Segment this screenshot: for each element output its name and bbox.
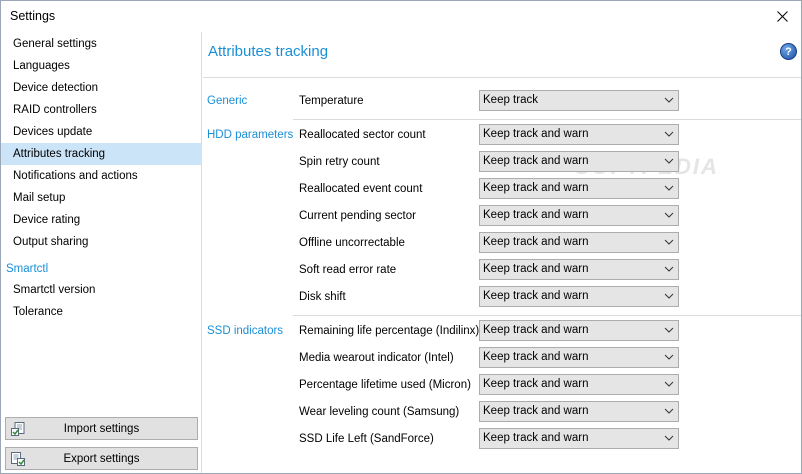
chevron-down-icon <box>664 381 674 387</box>
row-label-disk-shift: Disk shift <box>299 291 346 303</box>
sidebar-section-smartctl: Smartctl <box>6 263 49 275</box>
sidebar-item-tolerance[interactable]: Tolerance <box>1 301 202 323</box>
chevron-down-icon <box>664 158 674 164</box>
chevron-down-icon <box>664 327 674 333</box>
row-label-spin-retry-count: Spin retry count <box>299 156 380 168</box>
title-divider <box>203 77 801 78</box>
title-bar: Settings <box>1 1 801 32</box>
row-label-reallocated-event-count: Reallocated event count <box>299 183 423 195</box>
section-divider <box>293 315 801 316</box>
help-icon: ? <box>785 45 792 58</box>
combo-value: Keep track and warn <box>483 324 589 336</box>
chevron-down-icon <box>664 239 674 245</box>
close-button[interactable] <box>763 1 801 32</box>
group-label-hdd-parameters: HDD parameters <box>207 129 294 141</box>
close-icon <box>776 11 788 22</box>
combo-ssd-life-left[interactable]: Keep track and warn <box>479 428 679 449</box>
chevron-down-icon <box>664 435 674 441</box>
sidebar-item-mail-setup[interactable]: Mail setup <box>1 187 202 209</box>
combo-value: Keep track and warn <box>483 155 589 167</box>
combo-soft-read-error-rate[interactable]: Keep track and warn <box>479 259 679 280</box>
combo-wear-leveling-count[interactable]: Keep track and warn <box>479 401 679 422</box>
sidebar-item-device-rating[interactable]: Device rating <box>1 209 202 231</box>
chevron-down-icon <box>664 212 674 218</box>
sidebar-item-devices-update[interactable]: Devices update <box>1 121 202 143</box>
combo-reallocated-event-count[interactable]: Keep track and warn <box>479 178 679 199</box>
row-label-current-pending-sector: Current pending sector <box>299 210 416 222</box>
page-title: Attributes tracking <box>208 43 329 60</box>
sidebar-item-general-settings[interactable]: General settings <box>1 33 202 55</box>
import-icon <box>11 422 25 436</box>
chevron-down-icon <box>664 97 674 103</box>
combo-disk-shift[interactable]: Keep track and warn <box>479 286 679 307</box>
combo-value: Keep track and warn <box>483 405 589 417</box>
combo-remaining-life-percentage[interactable]: Keep track and warn <box>479 320 679 341</box>
combo-media-wearout-indicator[interactable]: Keep track and warn <box>479 347 679 368</box>
row-label-soft-read-error-rate: Soft read error rate <box>299 264 397 276</box>
combo-value: Keep track and warn <box>483 263 589 275</box>
row-label-reallocated-sector-count: Reallocated sector count <box>299 129 426 141</box>
chevron-down-icon <box>664 131 674 137</box>
combo-value: Keep track and warn <box>483 182 589 194</box>
import-settings-button[interactable]: Import settings <box>5 417 198 440</box>
export-icon <box>11 452 25 466</box>
combo-value: Keep track and warn <box>483 128 589 140</box>
row-label-temperature: Temperature <box>299 95 364 107</box>
section-divider <box>293 119 801 120</box>
row-label-percentage-lifetime-used: Percentage lifetime used (Micron) <box>299 379 471 391</box>
combo-offline-uncorrectable[interactable]: Keep track and warn <box>479 232 679 253</box>
combo-value: Keep track and warn <box>483 290 589 302</box>
sidebar-item-output-sharing[interactable]: Output sharing <box>1 231 202 253</box>
row-label-offline-uncorrectable: Offline uncorrectable <box>299 237 405 249</box>
sidebar-item-device-detection[interactable]: Device detection <box>1 77 202 99</box>
chevron-down-icon <box>664 408 674 414</box>
combo-reallocated-sector-count[interactable]: Keep track and warn <box>479 124 679 145</box>
row-label-media-wearout-indicator: Media wearout indicator (Intel) <box>299 352 454 364</box>
row-label-remaining-life-percentage: Remaining life percentage (Indilinx) <box>299 325 480 337</box>
sidebar-item-attributes-tracking[interactable]: Attributes tracking <box>1 143 202 165</box>
chevron-down-icon <box>664 185 674 191</box>
combo-current-pending-sector[interactable]: Keep track and warn <box>479 205 679 226</box>
row-label-ssd-life-left: SSD Life Left (SandForce) <box>299 433 434 445</box>
combo-temperature[interactable]: Keep track <box>479 90 679 111</box>
combo-value: Keep track <box>483 94 538 106</box>
settings-window: Settings General settings Languages Devi… <box>0 0 802 474</box>
window-title: Settings <box>10 9 56 23</box>
combo-value: Keep track and warn <box>483 236 589 248</box>
import-settings-label: Import settings <box>63 422 140 435</box>
export-settings-button[interactable]: Export settings <box>5 447 198 470</box>
sidebar: General settings Languages Device detect… <box>1 32 202 473</box>
export-settings-label: Export settings <box>63 452 140 465</box>
sidebar-item-notifications-and-actions[interactable]: Notifications and actions <box>1 165 202 187</box>
main-panel: Attributes tracking ? SOFTPEDIA Generic … <box>203 32 801 473</box>
combo-spin-retry-count[interactable]: Keep track and warn <box>479 151 679 172</box>
sidebar-item-raid-controllers[interactable]: RAID controllers <box>1 99 202 121</box>
chevron-down-icon <box>664 266 674 272</box>
chevron-down-icon <box>664 293 674 299</box>
combo-value: Keep track and warn <box>483 351 589 363</box>
combo-value: Keep track and warn <box>483 378 589 390</box>
combo-value: Keep track and warn <box>483 209 589 221</box>
sidebar-item-smartctl-version[interactable]: Smartctl version <box>1 279 202 301</box>
help-button[interactable]: ? <box>780 43 797 60</box>
combo-percentage-lifetime-used[interactable]: Keep track and warn <box>479 374 679 395</box>
combo-value: Keep track and warn <box>483 432 589 444</box>
group-label-generic: Generic <box>207 95 248 107</box>
row-label-wear-leveling-count: Wear leveling count (Samsung) <box>299 406 460 418</box>
group-label-ssd-indicators: SSD indicators <box>207 325 284 337</box>
chevron-down-icon <box>664 354 674 360</box>
sidebar-item-languages[interactable]: Languages <box>1 55 202 77</box>
